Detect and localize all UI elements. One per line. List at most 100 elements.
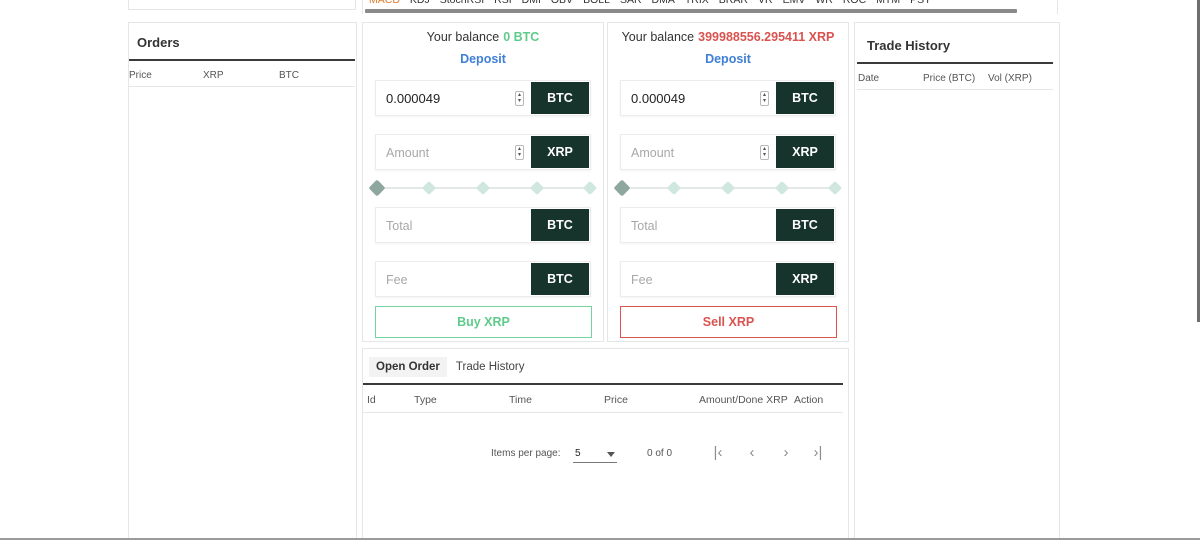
- sell-total-unit: BTC: [776, 209, 834, 241]
- orders-col-price: Price: [129, 70, 152, 81]
- buy-slider-mark-50[interactable]: [475, 180, 491, 196]
- buy-amount-unit: XRP: [531, 136, 589, 168]
- sell-price-stepper-icon[interactable]: ▴ ▾: [760, 91, 769, 106]
- oo-col-type: Type: [414, 394, 437, 406]
- sell-price-value: 0.000049: [631, 91, 686, 106]
- buy-balance-value: 0 BTC: [503, 30, 540, 44]
- sell-fee-field: Fee XRP: [620, 261, 836, 297]
- sell-fee-placeholder: Fee: [631, 273, 653, 287]
- sell-panel: Your balance 399988556.295411 XRP Deposit…: [607, 22, 849, 342]
- buy-amount-slider[interactable]: [368, 179, 598, 197]
- indicator-tab-roc[interactable]: ROC: [843, 0, 866, 6]
- buy-price-field[interactable]: 0.000049 ▴ ▾ BTC: [375, 80, 591, 116]
- chevron-down-icon: [607, 452, 615, 457]
- buy-balance-label: Your balance: [426, 30, 500, 44]
- orders-title: Orders: [137, 35, 180, 50]
- sell-xrp-button[interactable]: Sell XRP: [620, 306, 837, 338]
- buy-amount-placeholder: Amount: [386, 146, 430, 160]
- indicator-tab-dmi[interactable]: DMI: [522, 0, 541, 6]
- oo-col-amount: Amount/Done XRP: [699, 394, 788, 406]
- trade-history-panel: Trade History Date Price (BTC) Vol (XRP): [854, 22, 1060, 540]
- tab-open-order[interactable]: Open Order: [369, 357, 447, 377]
- items-per-page-value: 5: [575, 448, 581, 459]
- buy-total-field[interactable]: Total BTC: [375, 207, 591, 243]
- sell-amount-field[interactable]: Amount ▴ ▾ XRP: [620, 134, 836, 170]
- open-orders-panel: Open Order Trade History Id Type Time Pr…: [362, 348, 849, 540]
- indicator-tab-dma[interactable]: DMA: [652, 0, 675, 6]
- buy-amount-stepper-icon[interactable]: ▴ ▾: [515, 145, 524, 160]
- sell-fee-unit: XRP: [776, 263, 834, 295]
- sell-balance-value: 399988556.295411 XRP: [698, 30, 835, 44]
- oo-col-price: Price: [604, 394, 628, 406]
- sell-amount-stepper-icon[interactable]: ▴ ▾: [760, 145, 769, 160]
- orders-col-btc: BTC: [279, 70, 299, 81]
- th-col-price: Price (BTC): [923, 73, 976, 84]
- indicator-tab-obv[interactable]: OBV: [551, 0, 573, 6]
- indicator-tab-boll[interactable]: BOLL: [583, 0, 610, 6]
- buy-slider-mark-25[interactable]: [421, 180, 437, 196]
- sell-price-unit: BTC: [776, 82, 834, 114]
- buy-fee-placeholder: Fee: [386, 273, 408, 287]
- page-range: 0 of 0: [647, 448, 673, 459]
- buy-amount-field[interactable]: Amount ▴ ▾ XRP: [375, 134, 591, 170]
- orders-panel: Orders Price XRP BTC: [128, 22, 357, 540]
- oo-col-time: Time: [509, 394, 532, 406]
- indicator-tab-mtm[interactable]: MTM: [876, 0, 900, 6]
- buy-slider-handle[interactable]: [368, 179, 386, 197]
- buy-xrp-button[interactable]: Buy XRP: [375, 306, 592, 338]
- sell-slider-mark-75[interactable]: [774, 180, 790, 196]
- sell-slider-handle[interactable]: [613, 179, 631, 197]
- sell-amount-placeholder: Amount: [631, 146, 675, 160]
- sell-total-field[interactable]: Total BTC: [620, 207, 836, 243]
- indicator-tab-psy[interactable]: PSY: [910, 0, 931, 6]
- indicator-scrollbar[interactable]: [365, 9, 1017, 13]
- tab-trade-history[interactable]: Trade History: [449, 357, 532, 377]
- oo-col-id: Id: [367, 394, 376, 406]
- open-orders-tabs: Open Order Trade History: [369, 357, 534, 377]
- items-per-page-select[interactable]: 5: [573, 445, 617, 463]
- orders-col-xrp: XRP: [203, 70, 224, 81]
- first-page-icon[interactable]: |‹: [709, 443, 727, 463]
- prev-page-icon[interactable]: ‹: [743, 443, 761, 463]
- indicator-tab-emv[interactable]: EMV: [783, 0, 806, 6]
- sell-balance-label: Your balance: [621, 30, 695, 44]
- buy-total-unit: BTC: [531, 209, 589, 241]
- indicator-tabs: MACD KDJ StochRSI RSI DMI OBV BOLL SAR DMA TRIX BR…: [369, 0, 931, 6]
- indicator-tab-brar[interactable]: BRAR: [719, 0, 748, 6]
- buy-fee-field: Fee BTC: [375, 261, 591, 297]
- buy-balance: Your balance 0 BTC: [363, 30, 603, 44]
- sell-slider-mark-50[interactable]: [720, 180, 736, 196]
- buy-price-unit: BTC: [531, 82, 589, 114]
- buy-total-placeholder: Total: [386, 219, 413, 233]
- indicator-tab-macd[interactable]: MACD: [369, 0, 400, 6]
- buy-price-value: 0.000049: [386, 91, 441, 106]
- buy-fee-unit: BTC: [531, 263, 589, 295]
- open-orders-table-header: Id Type Time Price Amount/Done XRP Actio…: [363, 383, 843, 413]
- sell-slider-mark-100[interactable]: [827, 180, 843, 196]
- th-col-date: Date: [858, 73, 880, 84]
- last-page-icon[interactable]: ›|: [809, 443, 827, 463]
- indicator-tabs-bar: MACD KDJ StochRSI RSI DMI OBV BOLL SAR DMA TRIX BR…: [362, 0, 1058, 14]
- sell-amount-unit: XRP: [776, 136, 834, 168]
- trade-history-title: Trade History: [867, 38, 951, 53]
- buy-price-stepper-icon[interactable]: ▴ ▾: [515, 91, 524, 106]
- buy-slider-mark-100[interactable]: [582, 180, 598, 196]
- buy-slider-mark-75[interactable]: [529, 180, 545, 196]
- indicator-tab-trix[interactable]: TRIX: [685, 0, 709, 6]
- sell-total-placeholder: Total: [631, 219, 658, 233]
- indicator-tab-vr[interactable]: VR: [758, 0, 773, 6]
- indicator-tab-rsi[interactable]: RSI: [494, 0, 512, 6]
- indicator-tab-sar[interactable]: SAR: [620, 0, 642, 6]
- indicator-tab-stochrsi[interactable]: StochRSI: [440, 0, 484, 6]
- sell-slider-mark-25[interactable]: [666, 180, 682, 196]
- next-page-icon[interactable]: ›: [777, 443, 795, 463]
- paginator: Items per page: 5 0 of 0 |‹ ‹ › ›|: [491, 443, 831, 465]
- trade-history-table-header: Date Price (BTC) Vol (XRP): [857, 62, 1053, 90]
- th-col-vol: Vol (XRP): [988, 73, 1032, 84]
- indicator-tab-kdj[interactable]: KDJ: [410, 0, 430, 6]
- sell-amount-slider[interactable]: [613, 179, 843, 197]
- buy-deposit-link[interactable]: Deposit: [363, 52, 603, 66]
- indicator-tab-wr[interactable]: WR: [815, 0, 833, 6]
- sell-price-field[interactable]: 0.000049 ▴ ▾ BTC: [620, 80, 836, 116]
- sell-deposit-link[interactable]: Deposit: [608, 52, 848, 66]
